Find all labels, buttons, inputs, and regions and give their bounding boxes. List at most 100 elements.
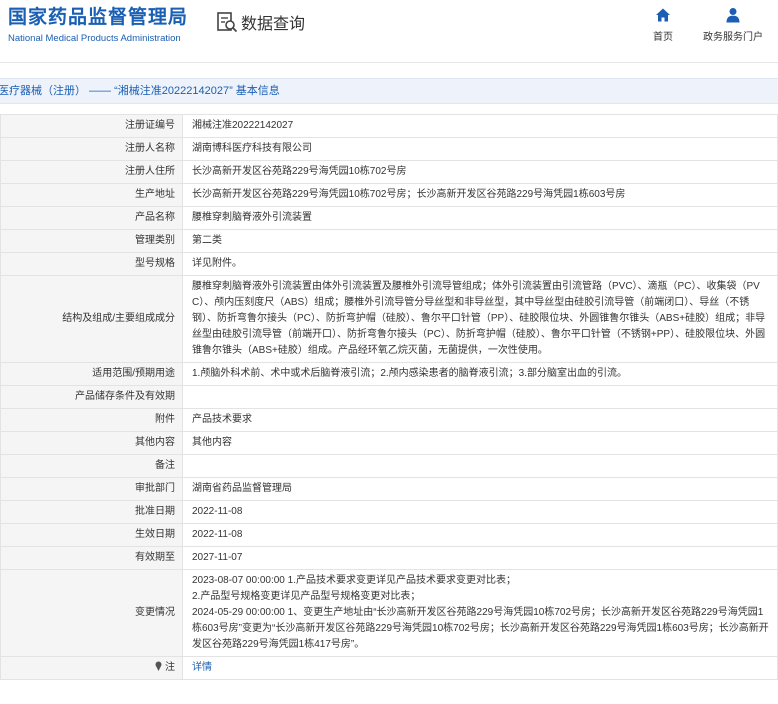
field-value-text: 腰椎穿刺脑脊液外引流装置: [192, 212, 312, 223]
field-value-text: 产品技术要求: [192, 414, 252, 425]
field-label-text: 适用范围/预期用途: [92, 368, 175, 379]
field-label-text: 审批部门: [135, 483, 175, 494]
detail-row: 备注: [0, 454, 778, 478]
detail-row: 其他内容 其他内容: [0, 431, 778, 455]
field-value: 湘械注准20222142027: [182, 114, 778, 138]
site-logo[interactable]: 国家药品监督管理局 National Medical Products Admi…: [8, 6, 188, 46]
field-value: 腰椎穿刺脑脊液外引流装置由体外引流装置及腰椎外引流导管组成；体外引流装置由引流管…: [182, 275, 778, 363]
field-label-text: 型号规格: [135, 258, 175, 269]
field-label-text: 产品储存条件及有效期: [75, 391, 175, 402]
detail-row: 批准日期 2022-11-08: [0, 500, 778, 524]
field-label: 生产地址: [0, 183, 183, 207]
pin-icon: [154, 661, 165, 673]
detail-row: 管理类别 第二类: [0, 229, 778, 253]
field-label: 有效期至: [0, 546, 183, 570]
logo-title-cn: 国家药品监督管理局: [8, 7, 189, 28]
detail-row: 有效期至 2027-11-07: [0, 546, 778, 570]
field-value: [182, 385, 778, 409]
field-label: 注册人住所: [0, 160, 183, 184]
detail-row: 产品名称 腰椎穿刺脑脊液外引流装置: [0, 206, 778, 230]
detail-row: 生效日期 2022-11-08: [0, 523, 778, 547]
field-value[interactable]: 详情: [182, 656, 778, 680]
home-icon: [623, 6, 703, 24]
field-value-text: 2022-11-08: [192, 529, 243, 540]
field-value: 详见附件。: [182, 252, 778, 276]
field-label: 备注: [0, 454, 183, 478]
nav-service-portal[interactable]: 政务服务门户: [693, 6, 773, 43]
field-label-text: 注册人住所: [125, 166, 175, 177]
detail-row: 注册人住所 长沙高新开发区谷苑路229号海凭园10栋702号房: [0, 160, 778, 184]
field-value-text: 其他内容: [192, 437, 232, 448]
field-label-text: 产品名称: [135, 212, 175, 223]
nav-home-label: 首页: [653, 32, 673, 43]
detail-row: 审批部门 湖南省药品监督管理局: [0, 477, 778, 501]
field-value: 产品技术要求: [182, 408, 778, 432]
field-label: 产品名称: [0, 206, 183, 230]
field-value-text: 长沙高新开发区谷苑路229号海凭园10栋702号房；长沙高新开发区谷苑路229号…: [192, 189, 626, 200]
detail-row: 型号规格 详见附件。: [0, 252, 778, 276]
field-label-text: 其他内容: [135, 437, 175, 448]
detail-table: 注册证编号 湘械注准20222142027 注册人名称 湖南博科医疗科技有限公司 注册人…: [0, 114, 778, 680]
field-value: 长沙高新开发区谷苑路229号海凭园10栋702号房: [182, 160, 778, 184]
field-label: 适用范围/预期用途: [0, 362, 183, 386]
field-value-text: 详见附件。: [192, 258, 242, 269]
detail-row: 附件 产品技术要求: [0, 408, 778, 432]
field-label: 批准日期: [0, 500, 183, 524]
user-icon: [693, 6, 773, 24]
detail-row: 产品储存条件及有效期: [0, 385, 778, 409]
detail-row: 生产地址 长沙高新开发区谷苑路229号海凭园10栋702号房；长沙高新开发区谷苑路…: [0, 183, 778, 207]
field-label-text: 有效期至: [135, 552, 175, 563]
field-label: 其他内容: [0, 431, 183, 455]
detail-row: 注册人名称 湖南博科医疗科技有限公司: [0, 137, 778, 161]
nav-home[interactable]: 首页: [623, 6, 703, 43]
field-label-text: 注册人名称: [125, 143, 175, 154]
detail-row: 注 详情: [0, 656, 778, 680]
field-label-text: 管理类别: [135, 235, 175, 246]
field-label-text: 备注: [155, 460, 175, 471]
field-label-text: 批准日期: [135, 506, 175, 517]
field-value-text: 湘械注准20222142027: [192, 120, 294, 131]
field-value: [182, 454, 778, 478]
field-value: 2027-11-07: [182, 546, 778, 570]
field-value-text: 第二类: [192, 235, 222, 246]
field-value-text: 长沙高新开发区谷苑路229号海凭园10栋702号房: [192, 166, 407, 177]
field-value: 湖南博科医疗科技有限公司: [182, 137, 778, 161]
breadcrumb-bar: 医疗器械（注册） —— “湘械注准20222142027” 基本信息: [0, 78, 778, 104]
change-line: 2.产品型号规格变更详见产品型号规格变更对比表；: [192, 591, 421, 602]
detail-row: 变更情况 2023-08-07 00:00:00 1.产品技术要求变更详见产品技术…: [0, 569, 778, 657]
field-value: 腰椎穿刺脑脊液外引流装置: [182, 206, 778, 230]
field-value-text: 2022-11-08: [192, 506, 243, 517]
field-label: 附件: [0, 408, 183, 432]
field-value-text: 2027-11-07: [192, 552, 243, 563]
field-label-text: 注: [165, 662, 175, 673]
nav-service-portal-label: 政务服务门户: [703, 32, 763, 43]
field-label: 管理类别: [0, 229, 183, 253]
detail-row: 结构及组成/主要组成成分 腰椎穿刺脑脊液外引流装置由体外引流装置及腰椎外引流导管组…: [0, 275, 778, 363]
field-label: 审批部门: [0, 477, 183, 501]
field-label-text: 变更情况: [135, 607, 175, 618]
field-value: 2022-11-08: [182, 523, 778, 547]
field-value: 长沙高新开发区谷苑路229号海凭园10栋702号房；长沙高新开发区谷苑路229号…: [182, 183, 778, 207]
field-value-text: 1.颅脑外科术前、术中或术后脑脊液引流；2.颅内感染患者的脑脊液引流；3.部分脑…: [192, 368, 628, 379]
field-label-text: 附件: [155, 414, 175, 425]
change-line: 2024-05-29 00:00:00 1、变更生产地址由“长沙高新开发区谷苑路…: [192, 607, 769, 650]
field-label: 生效日期: [0, 523, 183, 547]
field-value: 湖南省药品监督管理局: [182, 477, 778, 501]
query-icon: [216, 11, 238, 33]
field-label: 变更情况: [0, 569, 183, 657]
detail-link[interactable]: 详情: [192, 662, 212, 673]
field-label: 型号规格: [0, 252, 183, 276]
change-line: 2023-08-07 00:00:00 1.产品技术要求变更详见产品技术要求变更…: [192, 575, 516, 586]
logo-title-en: National Medical Products Administration: [8, 33, 181, 44]
field-value: 2023-08-07 00:00:00 1.产品技术要求变更详见产品技术要求变更…: [182, 569, 778, 657]
field-label-text: 注册证编号: [125, 120, 175, 131]
breadcrumb: 医疗器械（注册） —— “湘械注准20222142027” 基本信息: [0, 85, 280, 97]
detail-row: 适用范围/预期用途 1.颅脑外科术前、术中或术后脑脊液引流；2.颅内感染患者的脑脊…: [0, 362, 778, 386]
field-label-text: 生效日期: [135, 529, 175, 540]
field-label: 产品储存条件及有效期: [0, 385, 183, 409]
field-label: 注册人名称: [0, 137, 183, 161]
detail-row: 注册证编号 湘械注准20222142027: [0, 114, 778, 138]
data-query-title[interactable]: 数据查询: [216, 10, 305, 34]
field-label: 结构及组成/主要组成成分: [0, 275, 183, 363]
field-label-text: 生产地址: [135, 189, 175, 200]
